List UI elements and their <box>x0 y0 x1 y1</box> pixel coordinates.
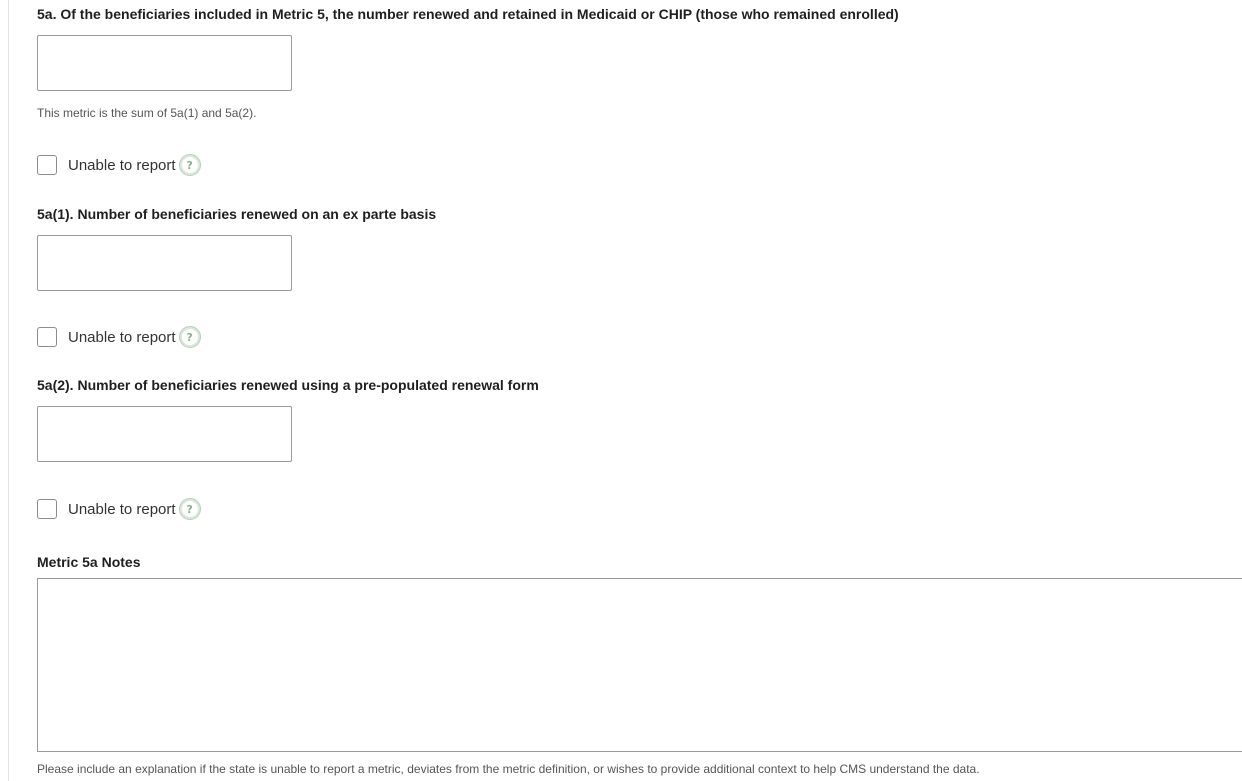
metric-5a-unable-row: Unable to report ? <box>37 154 201 176</box>
metric-5a-unable-label[interactable]: Unable to report <box>68 157 176 174</box>
metric-5a2-input[interactable] <box>37 406 292 462</box>
metric-5a-input[interactable] <box>37 35 292 91</box>
question-circle-icon[interactable]: ? <box>178 326 201 348</box>
metric-5a-hint: This metric is the sum of 5a(1) and 5a(2… <box>37 106 257 120</box>
question-circle-icon[interactable]: ? <box>178 154 201 176</box>
left-divider <box>8 0 9 781</box>
question-mark-glyph: ? <box>181 329 198 345</box>
metric-5a-notes-textarea[interactable] <box>37 578 1242 752</box>
metric-5a-form: 5a. Of the beneficiaries included in Met… <box>0 0 1242 781</box>
metric-5a1-unable-row: Unable to report ? <box>37 326 201 348</box>
question-mark-glyph: ? <box>181 501 198 517</box>
metric-5a-notes-hint: Please include an explanation if the sta… <box>37 762 980 776</box>
metric-5a-unable-checkbox[interactable] <box>37 155 57 175</box>
metric-5a1-unable-label[interactable]: Unable to report <box>68 329 176 346</box>
question-mark-glyph: ? <box>181 157 198 173</box>
metric-5a1-unable-checkbox[interactable] <box>37 327 57 347</box>
metric-5a-notes-label: Metric 5a Notes <box>37 554 141 570</box>
metric-5a2-label: 5a(2). Number of beneficiaries renewed u… <box>37 377 539 393</box>
metric-5a2-unable-checkbox[interactable] <box>37 499 57 519</box>
metric-5a1-label: 5a(1). Number of beneficiaries renewed o… <box>37 206 437 222</box>
metric-5a2-unable-row: Unable to report ? <box>37 498 201 520</box>
metric-5a1-input[interactable] <box>37 235 292 291</box>
metric-5a2-unable-label[interactable]: Unable to report <box>68 501 176 518</box>
question-circle-icon[interactable]: ? <box>178 498 201 520</box>
metric-5a-label: 5a. Of the beneficiaries included in Met… <box>37 6 899 22</box>
